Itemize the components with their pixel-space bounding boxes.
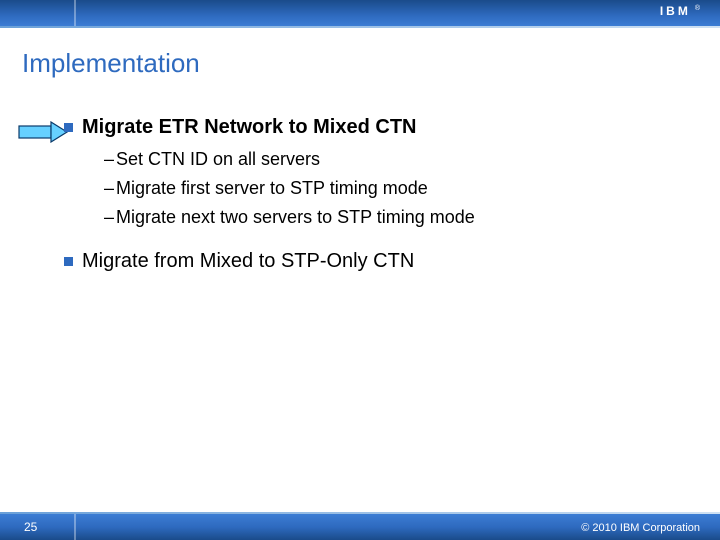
sub-bullet-text: Migrate first server to STP timing mode xyxy=(116,178,428,198)
highlight-arrow-icon xyxy=(18,121,68,143)
copyright-text: © 2010 IBM Corporation xyxy=(581,522,700,534)
registered-mark: ® xyxy=(695,5,700,12)
bullet-item: Migrate ETR Network to Mixed CTN xyxy=(64,116,690,139)
page-title: Implementation xyxy=(22,48,200,79)
ibm-logo-text: IBM xyxy=(660,4,691,18)
sub-bullet: –Set CTN ID on all servers xyxy=(104,149,690,170)
footer-divider xyxy=(74,514,76,540)
sub-bullet: –Migrate first server to STP timing mode xyxy=(104,178,690,199)
sub-bullet: –Migrate next two servers to STP timing … xyxy=(104,207,690,228)
sub-bullet-text: Migrate next two servers to STP timing m… xyxy=(116,207,475,227)
header-divider xyxy=(74,0,76,26)
bullet-text: Migrate ETR Network to Mixed CTN xyxy=(82,116,416,139)
ibm-logo: IBM ® xyxy=(660,4,700,18)
bullet-item: Migrate from Mixed to STP-Only CTN xyxy=(64,250,690,273)
bullet-square-icon xyxy=(64,123,73,132)
bullet-text: Migrate from Mixed to STP-Only CTN xyxy=(82,250,414,273)
bullet-square-icon xyxy=(64,257,73,266)
header-bar: IBM ® xyxy=(0,0,720,26)
content-area: Migrate ETR Network to Mixed CTN –Set CT… xyxy=(64,116,690,283)
slide: IBM ® Implementation Migrate ETR Network… xyxy=(0,0,720,540)
footer-bar: 25 © 2010 IBM Corporation xyxy=(0,514,720,540)
sub-bullet-text: Set CTN ID on all servers xyxy=(116,149,320,169)
header-underline xyxy=(0,26,720,28)
page-number: 25 xyxy=(24,520,37,534)
